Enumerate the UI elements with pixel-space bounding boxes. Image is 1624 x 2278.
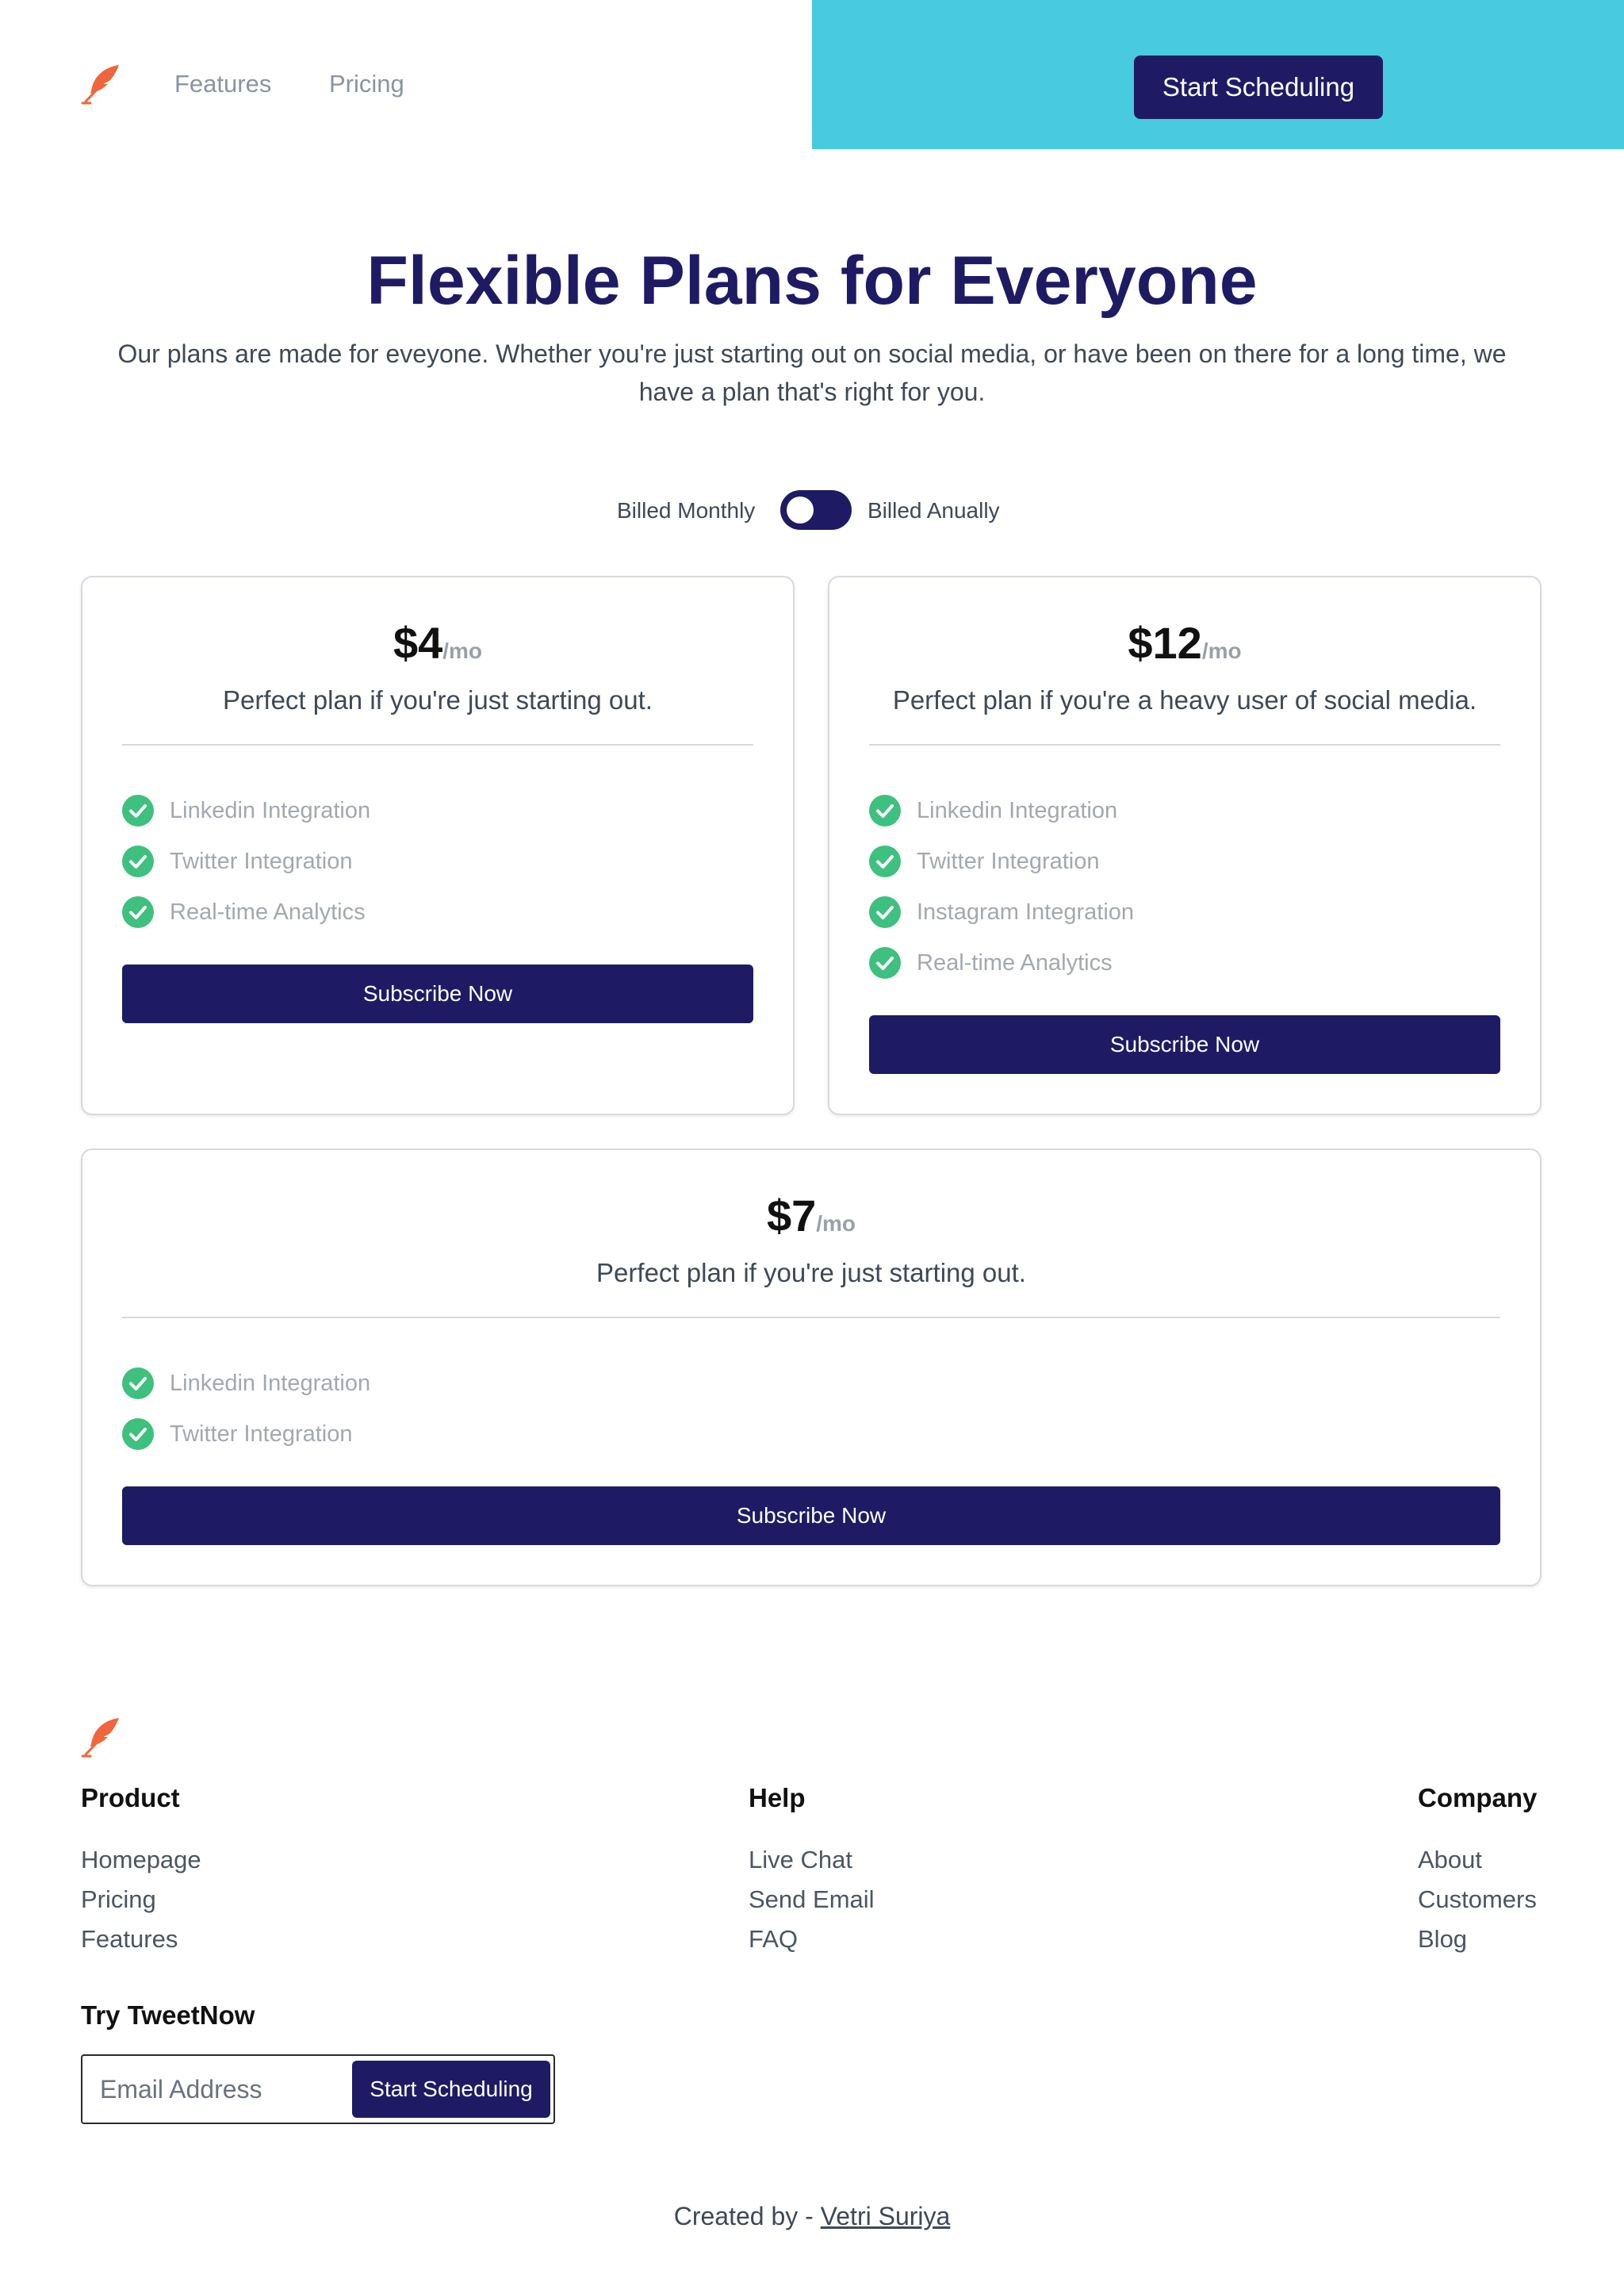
billing-toggle-switch[interactable] bbox=[780, 490, 852, 530]
feature-label: Twitter Integration bbox=[170, 848, 353, 874]
email-input[interactable] bbox=[84, 2057, 346, 2121]
feature-item: Linkedin Integration bbox=[869, 785, 1134, 836]
feature-item: Twitter Integration bbox=[122, 836, 370, 887]
feature-label: Linkedin Integration bbox=[170, 797, 371, 823]
plan-card-pro: $12/mo Perfect plan if you're a heavy us… bbox=[828, 576, 1542, 1115]
site-header: Features Pricing Start Scheduling bbox=[0, 0, 1624, 149]
signup-form: Start Scheduling bbox=[81, 2054, 555, 2124]
plan-price: $7/mo bbox=[82, 1190, 1540, 1241]
check-circle-icon bbox=[122, 846, 154, 877]
check-circle-icon bbox=[869, 795, 901, 826]
feature-label: Linkedin Integration bbox=[170, 1370, 371, 1396]
billing-toggle-row: Billed Monthly Billed Anually bbox=[0, 487, 1624, 535]
footer-link-faq[interactable]: FAQ bbox=[749, 1919, 875, 1959]
footer-link-blog[interactable]: Blog bbox=[1418, 1919, 1537, 1959]
footer-column-company: Company About Customers Blog bbox=[1418, 1783, 1537, 1959]
toggle-knob bbox=[787, 497, 814, 523]
billed-monthly-label: Billed Monthly bbox=[617, 498, 756, 523]
check-circle-icon bbox=[869, 947, 901, 979]
footer-link-homepage[interactable]: Homepage bbox=[81, 1840, 201, 1880]
price-amount: $4 bbox=[393, 618, 443, 668]
check-circle-icon bbox=[122, 1367, 154, 1399]
check-circle-icon bbox=[122, 896, 154, 928]
footer-column-help: Help Live Chat Send Email FAQ bbox=[749, 1783, 875, 1959]
check-circle-icon bbox=[869, 896, 901, 928]
subscribe-button[interactable]: Subscribe Now bbox=[122, 1486, 1500, 1545]
footer-heading: Help bbox=[749, 1783, 806, 1812]
check-circle-icon bbox=[122, 1418, 154, 1450]
plan-card-basic: $4/mo Perfect plan if you're just starti… bbox=[81, 576, 795, 1115]
page-subtitle: Our plans are made for eveyone. Whether … bbox=[117, 339, 1507, 406]
feature-label: Instagram Integration bbox=[917, 899, 1135, 925]
feature-item: Real-time Analytics bbox=[869, 938, 1134, 988]
feature-item: Instagram Integration bbox=[869, 887, 1134, 938]
try-heading: Try TweetNow bbox=[81, 2000, 255, 2030]
footer-link-about[interactable]: About bbox=[1418, 1840, 1537, 1880]
price-unit: /mo bbox=[816, 1211, 856, 1236]
check-circle-icon bbox=[869, 846, 901, 877]
feather-icon[interactable] bbox=[79, 1715, 124, 1759]
feature-label: Twitter Integration bbox=[170, 1421, 353, 1447]
plan-card-standard: $7/mo Perfect plan if you're just starti… bbox=[81, 1149, 1542, 1586]
footer-link-send-email[interactable]: Send Email bbox=[749, 1880, 875, 1919]
feature-item: Real-time Analytics bbox=[122, 887, 370, 938]
billed-annually-label: Billed Anually bbox=[868, 498, 1000, 523]
feature-item: Twitter Integration bbox=[122, 1409, 370, 1459]
footer-link-features[interactable]: Features bbox=[81, 1919, 201, 1959]
credits: Created by - Vetri Suriya bbox=[0, 2202, 1624, 2231]
feature-item: Twitter Integration bbox=[869, 836, 1134, 887]
page-title: Flexible Plans for Everyone bbox=[366, 243, 1258, 319]
author-link[interactable]: Vetri Suriya bbox=[821, 2202, 951, 2230]
footer-heading: Product bbox=[81, 1783, 180, 1812]
feature-label: Real-time Analytics bbox=[170, 899, 366, 925]
footer-link-customers[interactable]: Customers bbox=[1418, 1880, 1537, 1919]
subscribe-button[interactable]: Subscribe Now bbox=[122, 965, 753, 1023]
divider bbox=[869, 744, 1500, 746]
plan-price: $4/mo bbox=[82, 617, 793, 669]
start-scheduling-submit-button[interactable]: Start Scheduling bbox=[352, 2061, 550, 2118]
feature-item: Linkedin Integration bbox=[122, 785, 370, 836]
feather-icon[interactable] bbox=[79, 62, 124, 106]
check-circle-icon bbox=[122, 795, 154, 826]
plan-price: $12/mo bbox=[829, 617, 1540, 669]
subscribe-button[interactable]: Subscribe Now bbox=[869, 1015, 1500, 1074]
plan-description: Perfect plan if you're a heavy user of s… bbox=[892, 685, 1477, 715]
nav-link-pricing[interactable]: Pricing bbox=[329, 70, 404, 98]
nav-link-features[interactable]: Features bbox=[174, 70, 271, 98]
price-unit: /mo bbox=[1201, 639, 1242, 663]
price-unit: /mo bbox=[442, 639, 483, 663]
price-amount: $12 bbox=[1128, 618, 1202, 668]
feature-label: Twitter Integration bbox=[917, 848, 1100, 874]
feature-label: Real-time Analytics bbox=[917, 949, 1113, 976]
credits-prefix: Created by - bbox=[673, 2202, 821, 2230]
feature-list: Linkedin Integration Twitter Integration bbox=[122, 1358, 370, 1459]
footer-heading: Company bbox=[1418, 1783, 1538, 1812]
divider bbox=[122, 1317, 1500, 1318]
price-amount: $7 bbox=[766, 1191, 817, 1241]
plan-description: Perfect plan if you're just starting out… bbox=[223, 685, 653, 715]
footer-link-live-chat[interactable]: Live Chat bbox=[749, 1840, 875, 1880]
feature-list: Linkedin Integration Twitter Integration… bbox=[869, 785, 1134, 988]
footer-column-product: Product Homepage Pricing Features bbox=[81, 1783, 201, 1959]
feature-list: Linkedin Integration Twitter Integration… bbox=[122, 785, 370, 938]
feature-item: Linkedin Integration bbox=[122, 1358, 370, 1409]
divider bbox=[122, 744, 753, 746]
footer-link-pricing[interactable]: Pricing bbox=[81, 1880, 201, 1919]
start-scheduling-button[interactable]: Start Scheduling bbox=[1134, 56, 1383, 119]
plan-description: Perfect plan if you're just starting out… bbox=[596, 1258, 1026, 1287]
feature-label: Linkedin Integration bbox=[917, 797, 1118, 823]
